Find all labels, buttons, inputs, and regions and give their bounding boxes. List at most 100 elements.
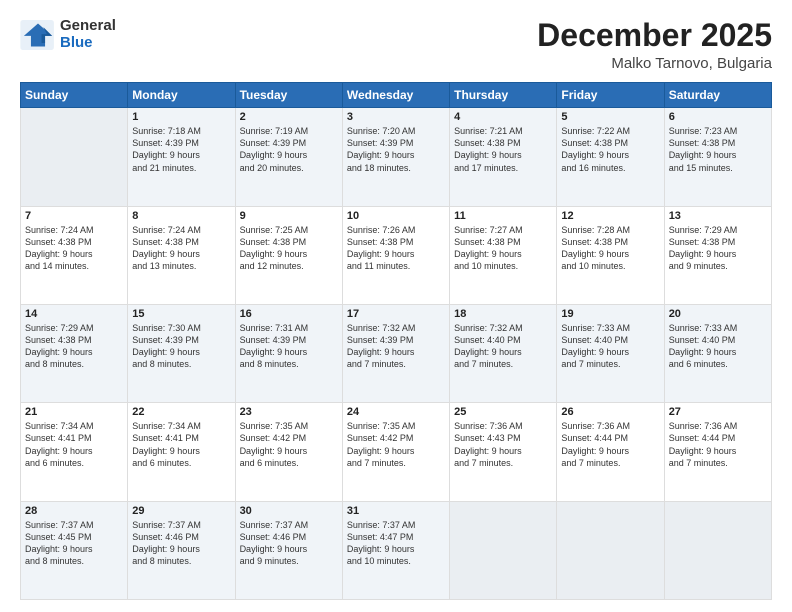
calendar-cell: 6 Sunrise: 7:23 AM Sunset: 4:38 PM Daylig… xyxy=(664,108,771,206)
day-info: Sunrise: 7:36 AM Sunset: 4:43 PM Dayligh… xyxy=(454,420,552,469)
month-title: December 2025 xyxy=(537,18,772,53)
day-number: 25 xyxy=(454,406,552,418)
day-number: 11 xyxy=(454,210,552,222)
day-number: 4 xyxy=(454,111,552,123)
calendar-cell: 26 Sunrise: 7:36 AM Sunset: 4:44 PM Dayli… xyxy=(557,403,664,501)
calendar-cell: 14Sunrise: 7:29 AM Sunset: 4:38 PM Dayli… xyxy=(21,304,128,402)
calendar-cell: 13 Sunrise: 7:29 AM Sunset: 4:38 PM Dayli… xyxy=(664,206,771,304)
calendar-cell: 3 Sunrise: 7:20 AM Sunset: 4:39 PM Daylig… xyxy=(342,108,449,206)
day-info: Sunrise: 7:36 AM Sunset: 4:44 PM Dayligh… xyxy=(561,420,659,469)
logo-text: General Blue xyxy=(60,18,116,51)
day-info: Sunrise: 7:30 AM Sunset: 4:39 PM Dayligh… xyxy=(132,322,230,371)
day-info: Sunrise: 7:35 AM Sunset: 4:42 PM Dayligh… xyxy=(240,420,338,469)
day-number: 7 xyxy=(25,210,123,222)
day-info: Sunrise: 7:37 AM Sunset: 4:46 PM Dayligh… xyxy=(132,519,230,568)
day-info: Sunrise: 7:36 AM Sunset: 4:44 PM Dayligh… xyxy=(669,420,767,469)
day-number: 1 xyxy=(132,111,230,123)
day-info: Sunrise: 7:22 AM Sunset: 4:38 PM Dayligh… xyxy=(561,125,659,174)
logo-icon xyxy=(20,20,56,50)
calendar-cell: 17 Sunrise: 7:32 AM Sunset: 4:39 PM Dayli… xyxy=(342,304,449,402)
calendar-cell: 11 Sunrise: 7:27 AM Sunset: 4:38 PM Dayli… xyxy=(450,206,557,304)
location-title: Malko Tarnovo, Bulgaria xyxy=(537,55,772,72)
calendar-cell: 10Sunrise: 7:26 AM Sunset: 4:38 PM Dayli… xyxy=(342,206,449,304)
calendar-cell: 25 Sunrise: 7:36 AM Sunset: 4:43 PM Dayli… xyxy=(450,403,557,501)
day-info: Sunrise: 7:32 AM Sunset: 4:39 PM Dayligh… xyxy=(347,322,445,371)
day-info: Sunrise: 7:37 AM Sunset: 4:46 PM Dayligh… xyxy=(240,519,338,568)
day-number: 12 xyxy=(561,210,659,222)
day-info: Sunrise: 7:29 AM Sunset: 4:38 PM Dayligh… xyxy=(25,322,123,371)
day-number: 20 xyxy=(669,308,767,320)
day-number: 10 xyxy=(347,210,445,222)
calendar-cell: 19 Sunrise: 7:33 AM Sunset: 4:40 PM Dayli… xyxy=(557,304,664,402)
day-info: Sunrise: 7:32 AM Sunset: 4:40 PM Dayligh… xyxy=(454,322,552,371)
col-header-friday: Friday xyxy=(557,83,664,108)
calendar-week-row: 14Sunrise: 7:29 AM Sunset: 4:38 PM Dayli… xyxy=(21,304,772,402)
col-header-saturday: Saturday xyxy=(664,83,771,108)
day-info: Sunrise: 7:34 AM Sunset: 4:41 PM Dayligh… xyxy=(132,420,230,469)
day-number: 8 xyxy=(132,210,230,222)
calendar-cell: 1 Sunrise: 7:18 AM Sunset: 4:39 PM Daylig… xyxy=(128,108,235,206)
day-number: 18 xyxy=(454,308,552,320)
calendar-cell: 16 Sunrise: 7:31 AM Sunset: 4:39 PM Dayli… xyxy=(235,304,342,402)
col-header-thursday: Thursday xyxy=(450,83,557,108)
col-header-wednesday: Wednesday xyxy=(342,83,449,108)
calendar-cell: 29 Sunrise: 7:37 AM Sunset: 4:46 PM Dayli… xyxy=(128,501,235,599)
day-info: Sunrise: 7:20 AM Sunset: 4:39 PM Dayligh… xyxy=(347,125,445,174)
calendar-cell xyxy=(450,501,557,599)
day-number: 16 xyxy=(240,308,338,320)
day-number: 15 xyxy=(132,308,230,320)
day-number: 22 xyxy=(132,406,230,418)
calendar-cell: 31 Sunrise: 7:37 AM Sunset: 4:47 PM Dayli… xyxy=(342,501,449,599)
day-number: 27 xyxy=(669,406,767,418)
day-info: Sunrise: 7:31 AM Sunset: 4:39 PM Dayligh… xyxy=(240,322,338,371)
day-number: 2 xyxy=(240,111,338,123)
day-info: Sunrise: 7:33 AM Sunset: 4:40 PM Dayligh… xyxy=(669,322,767,371)
calendar-cell: 24Sunrise: 7:35 AM Sunset: 4:42 PM Dayli… xyxy=(342,403,449,501)
calendar-cell: 27 Sunrise: 7:36 AM Sunset: 4:44 PM Dayli… xyxy=(664,403,771,501)
calendar-week-row: 21Sunrise: 7:34 AM Sunset: 4:41 PM Dayli… xyxy=(21,403,772,501)
day-number: 26 xyxy=(561,406,659,418)
day-number: 5 xyxy=(561,111,659,123)
calendar-header-row: SundayMondayTuesdayWednesdayThursdayFrid… xyxy=(21,83,772,108)
day-number: 9 xyxy=(240,210,338,222)
calendar-week-row: 28Sunrise: 7:37 AM Sunset: 4:45 PM Dayli… xyxy=(21,501,772,599)
day-info: Sunrise: 7:18 AM Sunset: 4:39 PM Dayligh… xyxy=(132,125,230,174)
logo: General Blue xyxy=(20,18,116,51)
calendar-cell: 2Sunrise: 7:19 AM Sunset: 4:39 PM Daylig… xyxy=(235,108,342,206)
calendar-cell: 23 Sunrise: 7:35 AM Sunset: 4:42 PM Dayli… xyxy=(235,403,342,501)
day-info: Sunrise: 7:33 AM Sunset: 4:40 PM Dayligh… xyxy=(561,322,659,371)
day-info: Sunrise: 7:24 AM Sunset: 4:38 PM Dayligh… xyxy=(25,224,123,273)
page: General Blue December 2025 Malko Tarnovo… xyxy=(0,0,792,612)
day-info: Sunrise: 7:37 AM Sunset: 4:47 PM Dayligh… xyxy=(347,519,445,568)
day-number: 28 xyxy=(25,505,123,517)
calendar-cell: 8Sunrise: 7:24 AM Sunset: 4:38 PM Daylig… xyxy=(128,206,235,304)
calendar-cell: 21Sunrise: 7:34 AM Sunset: 4:41 PM Dayli… xyxy=(21,403,128,501)
day-number: 23 xyxy=(240,406,338,418)
day-number: 13 xyxy=(669,210,767,222)
calendar-cell: 9 Sunrise: 7:25 AM Sunset: 4:38 PM Daylig… xyxy=(235,206,342,304)
day-number: 6 xyxy=(669,111,767,123)
calendar-cell xyxy=(664,501,771,599)
title-block: December 2025 Malko Tarnovo, Bulgaria xyxy=(537,18,772,72)
calendar-week-row: 1 Sunrise: 7:18 AM Sunset: 4:39 PM Daylig… xyxy=(21,108,772,206)
day-number: 17 xyxy=(347,308,445,320)
col-header-sunday: Sunday xyxy=(21,83,128,108)
logo-general: General xyxy=(60,17,116,34)
day-number: 29 xyxy=(132,505,230,517)
day-number: 24 xyxy=(347,406,445,418)
day-number: 19 xyxy=(561,308,659,320)
day-number: 31 xyxy=(347,505,445,517)
day-info: Sunrise: 7:23 AM Sunset: 4:38 PM Dayligh… xyxy=(669,125,767,174)
day-info: Sunrise: 7:28 AM Sunset: 4:38 PM Dayligh… xyxy=(561,224,659,273)
calendar-cell xyxy=(21,108,128,206)
day-number: 30 xyxy=(240,505,338,517)
calendar-week-row: 7 Sunrise: 7:24 AM Sunset: 4:38 PM Daylig… xyxy=(21,206,772,304)
calendar-cell: 15 Sunrise: 7:30 AM Sunset: 4:39 PM Dayli… xyxy=(128,304,235,402)
day-info: Sunrise: 7:29 AM Sunset: 4:38 PM Dayligh… xyxy=(669,224,767,273)
day-info: Sunrise: 7:27 AM Sunset: 4:38 PM Dayligh… xyxy=(454,224,552,273)
col-header-tuesday: Tuesday xyxy=(235,83,342,108)
day-info: Sunrise: 7:25 AM Sunset: 4:38 PM Dayligh… xyxy=(240,224,338,273)
logo-blue: Blue xyxy=(60,34,93,51)
day-number: 3 xyxy=(347,111,445,123)
calendar-cell: 18 Sunrise: 7:32 AM Sunset: 4:40 PM Dayli… xyxy=(450,304,557,402)
